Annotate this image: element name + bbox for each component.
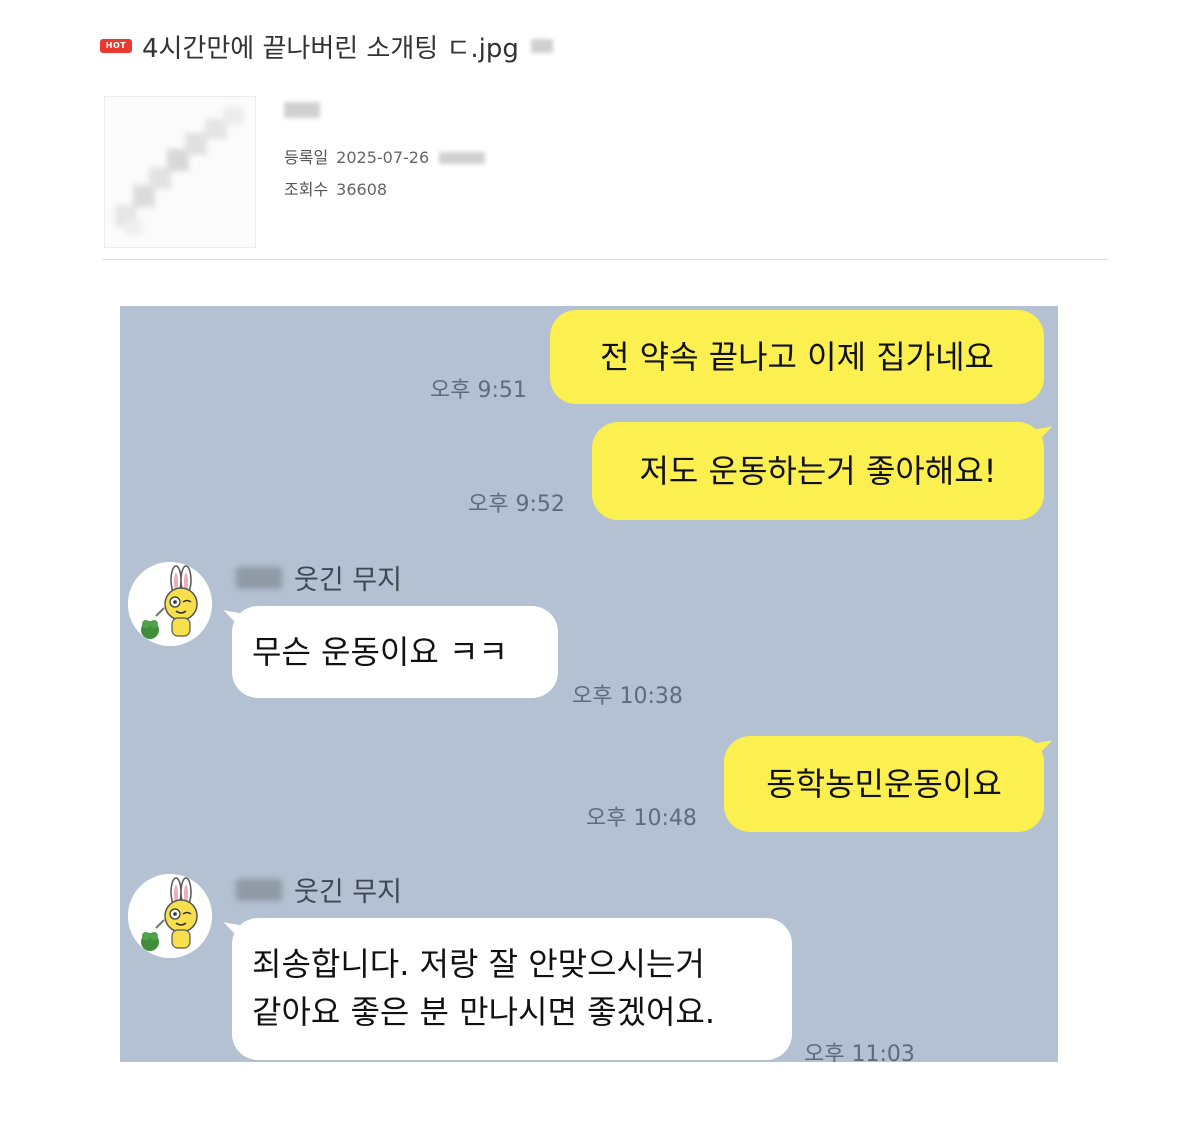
chat-screenshot: 오후 9:51 전 약속 끝나고 이제 집가네요 오후 9:52 저도 운동하는…: [120, 306, 1058, 1062]
blurred-time: [439, 152, 486, 164]
blurred-sender-prefix: [236, 878, 282, 901]
post-title-row[interactable]: HOT 4시간만에 끝나버린 소개팅 ㄷ.jpg: [100, 26, 553, 66]
registered-date-row: 등록일 2025-07-26: [284, 142, 486, 174]
message-time: 오후 10:48: [586, 806, 697, 831]
registered-label: 등록일: [284, 148, 329, 167]
message-text-line-1: 죄송합니다. 저랑 잘 안맞으시는거: [252, 945, 705, 983]
views-count: 36608: [336, 180, 388, 199]
sender-name: 웃긴 무지: [294, 565, 402, 596]
message-time: 오후 10:38: [572, 684, 683, 709]
sender-name-row: 웃긴 무지: [236, 558, 402, 597]
other-message-bubble: 무슨 운동이요 ㅋㅋ: [220, 606, 558, 698]
blurred-thumbnail-icon: [115, 107, 243, 235]
message-text: 저도 운동하는거 좋아해요!: [639, 452, 997, 490]
message-time: 오후 9:51: [430, 378, 527, 403]
post-title[interactable]: 4시간만에 끝나버린 소개팅 ㄷ.jpg: [142, 28, 519, 65]
message-time: 오후 11:03: [804, 1042, 915, 1062]
my-message-bubble: 동학농민운동이요: [724, 736, 1056, 832]
blurred-comment-count: [530, 39, 553, 53]
blurred-sender-prefix: [236, 566, 282, 589]
message-text: 무슨 운동이요 ㅋㅋ: [252, 633, 508, 671]
message-time: 오후 9:52: [468, 492, 565, 517]
muzi-avatar-icon: [128, 562, 212, 646]
sender-name: 웃긴 무지: [294, 877, 402, 908]
bubble-tail: [220, 610, 246, 630]
my-message-bubble: 전 약속 끝나고 이제 집가네요: [550, 310, 1044, 404]
views-row: 조회수 36608: [284, 174, 485, 206]
message-text-line-2: 같아요 좋은 분 만나시면 좋겠어요.: [252, 993, 716, 1031]
header-divider: [102, 259, 1108, 260]
my-message-bubble: 저도 운동하는거 좋아해요!: [592, 422, 1056, 520]
sender-avatar[interactable]: [128, 562, 212, 646]
sender-name-row: 웃긴 무지: [236, 870, 402, 909]
bubble-tail: [220, 922, 246, 942]
post-meta: 등록일 2025-07-26 조회수 36608: [284, 98, 486, 206]
message-text: 동학농민운동이요: [766, 765, 1002, 803]
hot-badge-icon: HOT: [100, 39, 132, 53]
muzi-avatar-icon: [128, 874, 212, 958]
registered-date: 2025-07-26: [336, 148, 430, 167]
message-text: 전 약속 끝나고 이제 집가네요: [600, 338, 994, 376]
other-message-bubble: 죄송합니다. 저랑 잘 안맞으시는거 같아요 좋은 분 만나시면 좋겠어요.: [220, 918, 792, 1060]
views-label: 조회수: [284, 180, 329, 199]
blurred-author-name: [284, 102, 320, 118]
bubble-tail: [1030, 426, 1056, 446]
post-thumbnail[interactable]: [104, 96, 256, 248]
bubble-tail: [1030, 740, 1056, 760]
sender-avatar[interactable]: [128, 874, 212, 958]
